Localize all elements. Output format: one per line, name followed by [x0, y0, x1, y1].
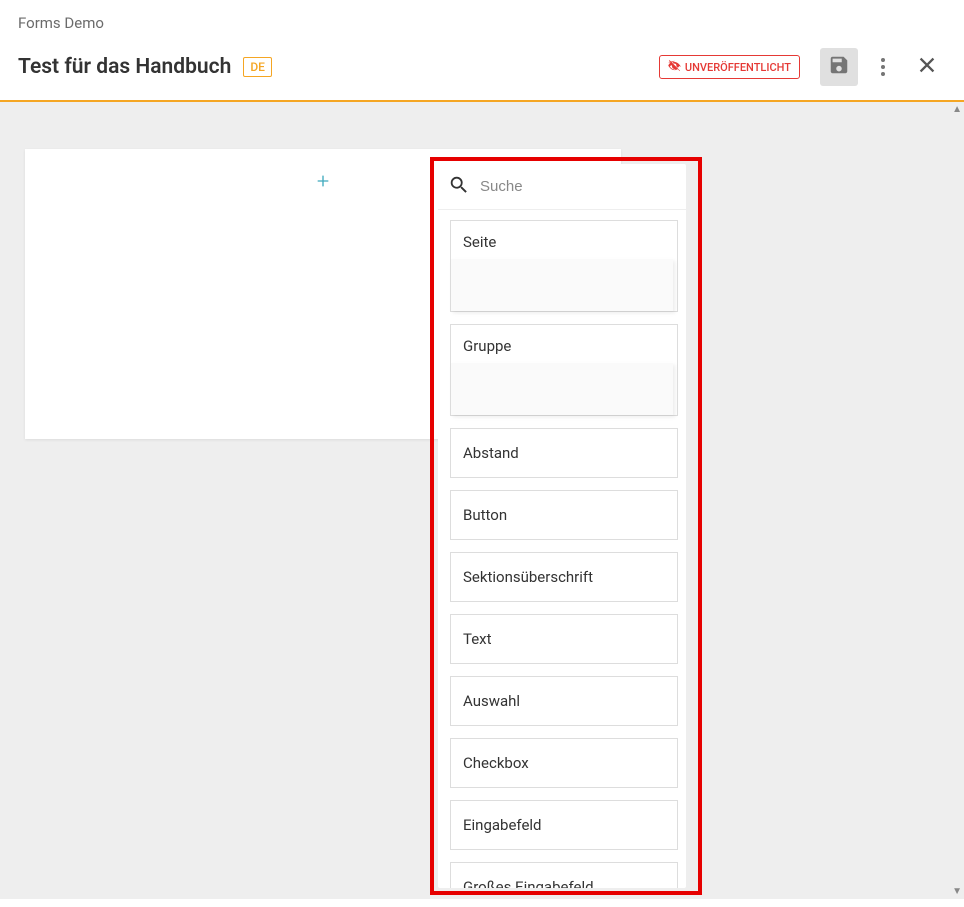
- element-option[interactable]: Checkbox: [450, 738, 678, 788]
- main-canvas-area: ▲ ▼ Seite Gruppe Abstand Button Sektionsüber…: [0, 102, 964, 899]
- unpublished-icon: [668, 59, 681, 75]
- breadcrumb[interactable]: Forms Demo: [0, 0, 964, 38]
- element-option[interactable]: Eingabefeld: [450, 800, 678, 850]
- element-option[interactable]: Abstand: [450, 428, 678, 478]
- save-icon: [828, 54, 850, 80]
- header: Test für das Handbuch DE UNVERÖFFENTLICH…: [0, 38, 964, 102]
- element-option-preview: [451, 363, 673, 415]
- clear-search-button[interactable]: [679, 172, 686, 202]
- element-option-label: Seite: [451, 221, 677, 259]
- status-badge-label: UNVERÖFFENTLICHT: [685, 61, 791, 74]
- more-vertical-icon: [881, 58, 885, 76]
- element-option[interactable]: Gruppe: [450, 324, 678, 416]
- element-option[interactable]: Auswahl: [450, 676, 678, 726]
- scroll-up-arrow[interactable]: ▲: [952, 104, 962, 115]
- element-option[interactable]: Button: [450, 490, 678, 540]
- close-icon: [683, 179, 686, 198]
- element-option[interactable]: Sektionsüberschrift: [450, 552, 678, 602]
- page-title: Test für das Handbuch: [18, 55, 231, 79]
- status-badge[interactable]: UNVERÖFFENTLICHT: [659, 55, 800, 79]
- search-icon: [448, 174, 480, 200]
- scroll-down-arrow[interactable]: ▼: [952, 886, 962, 897]
- search-input[interactable]: [480, 178, 679, 195]
- element-picker-list[interactable]: Seite Gruppe Abstand Button Sektionsüberschr…: [438, 210, 686, 888]
- element-option[interactable]: Seite: [450, 220, 678, 312]
- element-option[interactable]: Großes Eingabefeld: [450, 862, 678, 888]
- element-picker-popover: Seite Gruppe Abstand Button Sektionsüberschr…: [438, 164, 686, 888]
- more-menu-button[interactable]: [864, 48, 902, 86]
- language-badge[interactable]: DE: [243, 57, 272, 77]
- element-option-label: Gruppe: [451, 325, 677, 363]
- save-button[interactable]: [820, 48, 858, 86]
- element-option-preview: [451, 259, 673, 311]
- popover-search-bar: [438, 164, 686, 210]
- element-option[interactable]: Text: [450, 614, 678, 664]
- plus-icon: [315, 173, 331, 193]
- add-element-button[interactable]: [311, 171, 335, 195]
- close-button[interactable]: [908, 48, 946, 86]
- close-icon: [916, 54, 938, 80]
